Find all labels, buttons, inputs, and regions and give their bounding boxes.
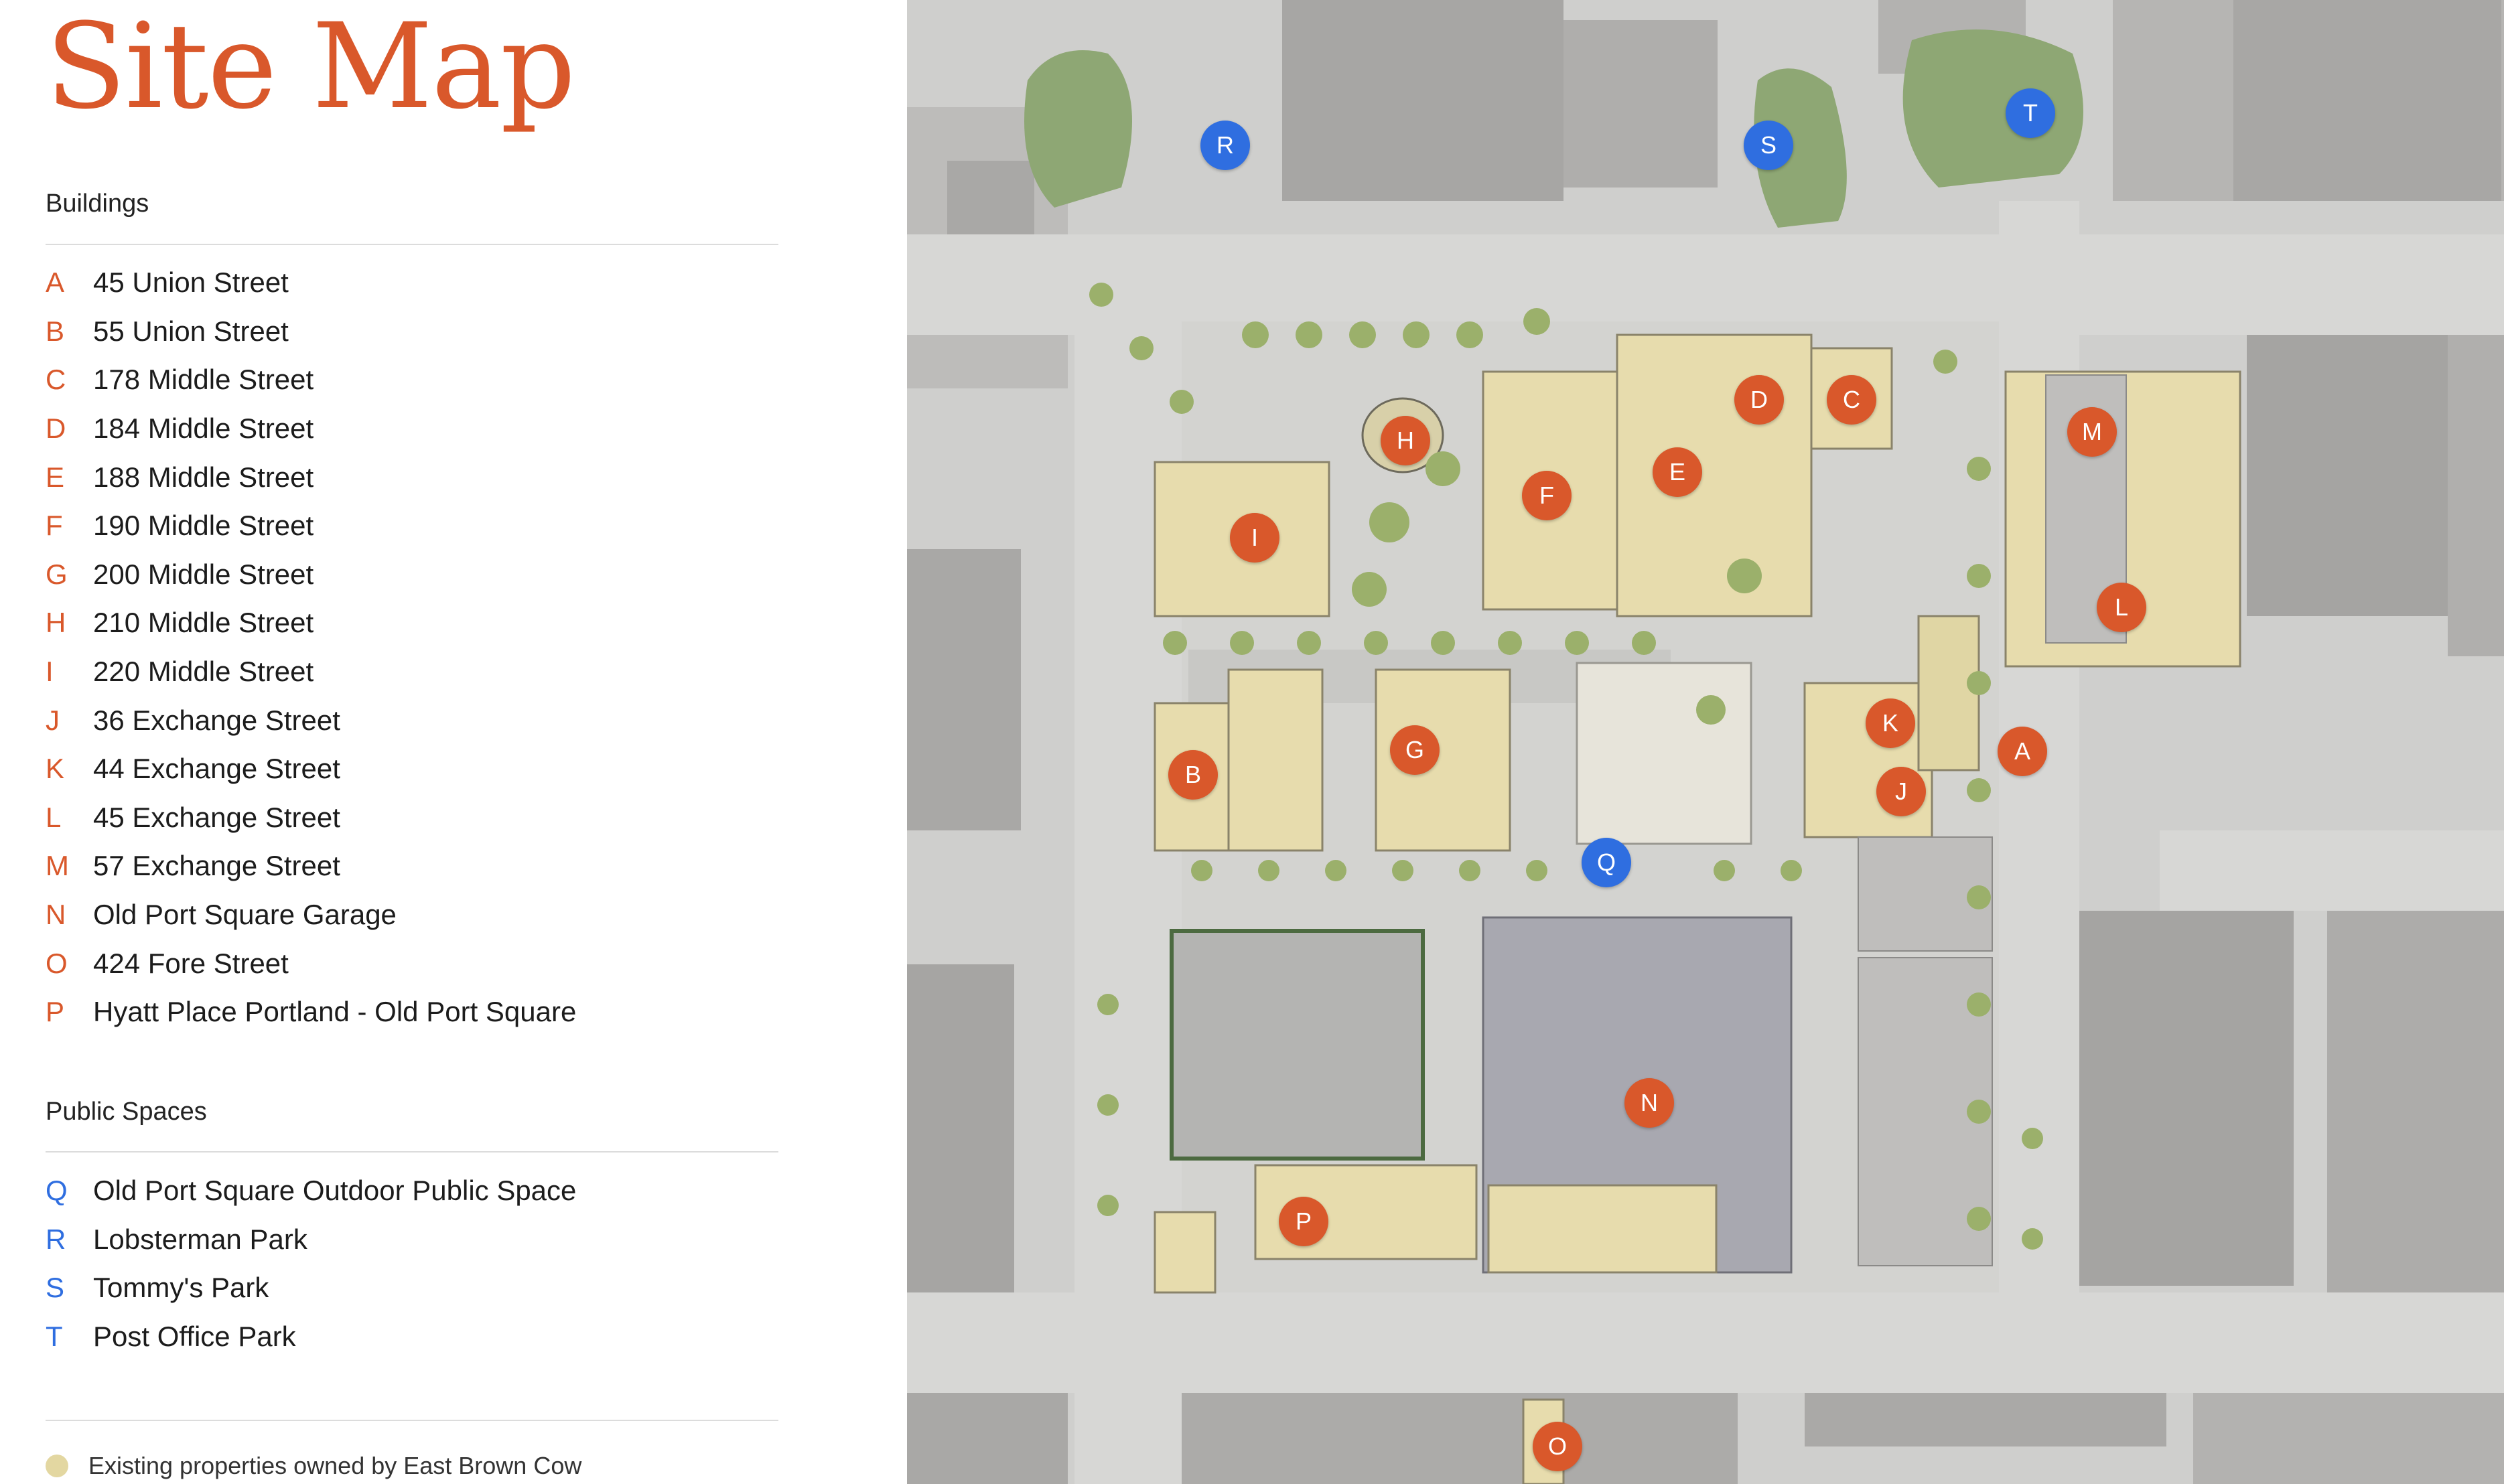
map-marker-p[interactable]: P [1279, 1197, 1328, 1246]
map-marker-j[interactable]: J [1876, 767, 1926, 816]
legend-name: 200 Middle Street [93, 558, 314, 590]
legend-name: 178 Middle Street [93, 364, 314, 396]
legend-letter: S [46, 1272, 65, 1304]
legend-key-label: Existing properties owned by East Brown … [88, 1452, 582, 1479]
legend-letter: O [46, 947, 68, 979]
map-marker-r[interactable]: R [1200, 121, 1250, 170]
legend-name: 45 Union Street [93, 267, 289, 299]
legend-item-g: G 200 Middle Street [46, 550, 576, 599]
legend-item-k: K 44 Exchange Street [46, 745, 576, 794]
map-marker-h[interactable]: H [1381, 416, 1430, 465]
key-divider [46, 1420, 778, 1421]
legend-name: 210 Middle Street [93, 607, 314, 639]
legend-item-i: I 220 Middle Street [46, 648, 576, 696]
map-marker-s[interactable]: S [1744, 121, 1793, 170]
legend-item-t: T Post Office Park [46, 1313, 576, 1361]
legend-letter: A [46, 267, 65, 299]
legend-name: 44 Exchange Street [93, 753, 340, 785]
legend-letter: L [46, 801, 62, 833]
legend-letter: N [46, 899, 66, 931]
legend-item-f: F 190 Middle Street [46, 502, 576, 550]
buildings-list: A 45 Union Street B 55 Union Street C 178 Mid… [46, 258, 576, 1037]
legend-name: 424 Fore Street [93, 947, 289, 979]
legend-item-b: B 55 Union Street [46, 307, 576, 356]
legend-name: 55 Union Street [93, 315, 289, 347]
legend-key: Existing properties owned by East Brown … [46, 1452, 581, 1480]
legend-item-e: E 188 Middle Street [46, 453, 576, 502]
legend-letter: B [46, 315, 65, 347]
map-marker-i[interactable]: I [1230, 513, 1279, 563]
legend-item-a: A 45 Union Street [46, 258, 576, 307]
legend-letter: P [46, 996, 65, 1028]
public-spaces-heading: Public Spaces [46, 1098, 207, 1126]
map-marker-e[interactable]: E [1653, 447, 1702, 497]
map-marker-k[interactable]: K [1866, 698, 1915, 748]
atrium [1576, 662, 1752, 845]
legend-name: Tommy's Park [93, 1272, 269, 1304]
surface-lot [1170, 929, 1425, 1161]
legend-letter: Q [46, 1175, 68, 1207]
buildings-heading: Buildings [46, 190, 149, 218]
legend-item-n: N Old Port Square Garage [46, 891, 576, 940]
legend-letter: I [46, 656, 54, 688]
legend-item-m: M 57 Exchange Street [46, 842, 576, 891]
legend-item-s: S Tommy's Park [46, 1264, 576, 1313]
legend-letter: R [46, 1223, 66, 1255]
public-spaces-list: Q Old Port Square Outdoor Public Space R Lo… [46, 1167, 576, 1361]
site-map[interactable]: A B CDE F G H I JK L M N O P Q R S T [907, 0, 2504, 1484]
map-marker-t[interactable]: T [2006, 88, 2055, 138]
legend-name: 36 Exchange Street [93, 704, 340, 736]
legend-name: Post Office Park [93, 1321, 296, 1353]
map-marker-n[interactable]: N [1624, 1078, 1674, 1128]
map-marker-c[interactable]: C [1827, 375, 1876, 425]
public-spaces-divider [46, 1151, 778, 1153]
legend-item-j: J 36 Exchange Street [46, 696, 576, 745]
legend-letter: M [46, 850, 69, 882]
legend-panel: Site Map Buildings A 45 Union Street B 55 U… [0, 0, 907, 1484]
legend-letter: J [46, 704, 60, 736]
legend-name: 188 Middle Street [93, 461, 314, 493]
map-marker-o[interactable]: O [1533, 1422, 1582, 1471]
legend-letter: D [46, 413, 66, 445]
legend-name: 45 Exchange Street [93, 801, 340, 833]
map-marker-f[interactable]: F [1522, 471, 1572, 520]
legend-letter: H [46, 607, 66, 639]
legend-name: 220 Middle Street [93, 656, 314, 688]
map-base [907, 0, 2504, 1484]
legend-letter: E [46, 461, 65, 493]
legend-name: Hyatt Place Portland - Old Port Square [93, 996, 577, 1028]
legend-name: 190 Middle Street [93, 510, 314, 542]
legend-name: Lobsterman Park [93, 1223, 307, 1255]
legend-item-c: C 178 Middle Street [46, 356, 576, 404]
map-marker-a[interactable]: A [1998, 727, 2047, 776]
page-title: Site Map [46, 0, 575, 135]
legend-item-l: L 45 Exchange Street [46, 794, 576, 842]
legend-item-o: O 424 Fore Street [46, 939, 576, 988]
owned-property-swatch [46, 1455, 68, 1477]
map-marker-q[interactable]: Q [1582, 838, 1631, 887]
legend-letter: C [46, 364, 66, 396]
legend-item-q: Q Old Port Square Outdoor Public Space [46, 1167, 576, 1215]
legend-item-d: D 184 Middle Street [46, 404, 576, 453]
legend-letter: T [46, 1321, 63, 1353]
legend-item-r: R Lobsterman Park [46, 1215, 576, 1264]
map-marker-l[interactable]: L [2097, 583, 2146, 632]
map-marker-b[interactable]: B [1168, 750, 1218, 800]
legend-name: 184 Middle Street [93, 413, 314, 445]
legend-letter: K [46, 753, 65, 785]
buildings-divider [46, 244, 778, 245]
legend-letter: F [46, 510, 63, 542]
legend-name: Old Port Square Garage [93, 899, 397, 931]
legend-name: Old Port Square Outdoor Public Space [93, 1175, 577, 1207]
garage-front-shops [1487, 1184, 1718, 1274]
map-marker-m[interactable]: M [2067, 407, 2117, 457]
map-marker-g[interactable]: G [1390, 725, 1440, 775]
legend-letter: G [46, 558, 68, 590]
legend-item-h: H 210 Middle Street [46, 599, 576, 648]
legend-item-p: P Hyatt Place Portland - Old Port Square [46, 988, 576, 1037]
map-marker-d[interactable]: D [1734, 375, 1784, 425]
legend-name: 57 Exchange Street [93, 850, 340, 882]
